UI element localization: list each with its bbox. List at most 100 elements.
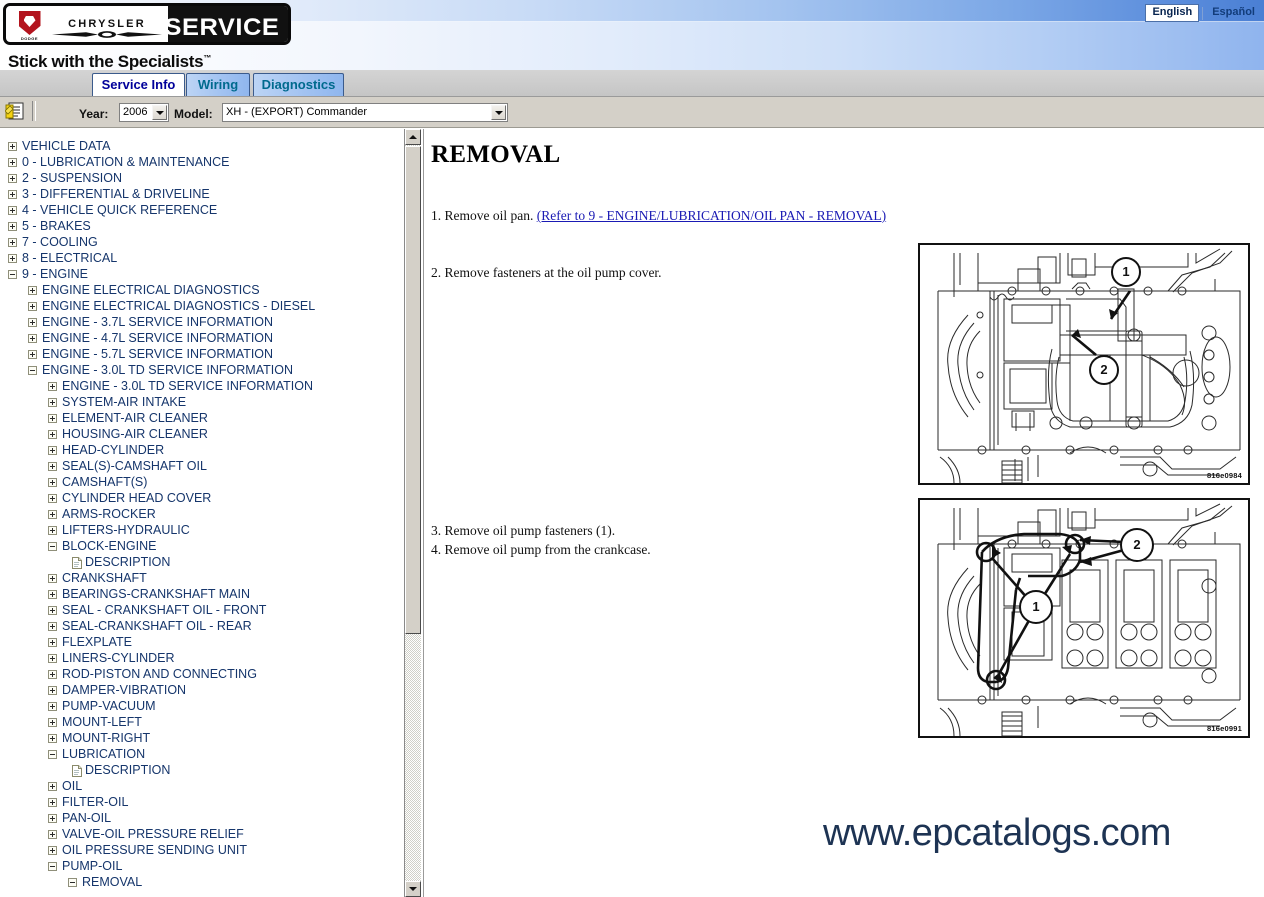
tree-item[interactable]: DESCRIPTION <box>8 762 315 778</box>
tree-item-label[interactable]: DAMPER-VIBRATION <box>62 682 186 698</box>
expand-icon[interactable] <box>8 206 17 215</box>
tab-wiring[interactable]: Wiring <box>186 73 250 97</box>
tree-scroll-down-button[interactable] <box>405 881 421 897</box>
tree-item-label[interactable]: REMOVAL <box>82 874 142 890</box>
expand-icon[interactable] <box>8 158 17 167</box>
expand-icon[interactable] <box>48 782 57 791</box>
tree-item[interactable]: FILTER-OIL <box>8 794 315 810</box>
expand-icon[interactable] <box>8 142 17 151</box>
tree-item[interactable]: CYLINDER HEAD COVER <box>8 490 315 506</box>
tree-item-label[interactable]: HOUSING-AIR CLEANER <box>62 426 208 442</box>
tree-item[interactable]: ENGINE ELECTRICAL DIAGNOSTICS - DIESEL <box>8 298 315 314</box>
expand-icon[interactable] <box>48 638 57 647</box>
tree-item[interactable]: DESCRIPTION <box>8 554 315 570</box>
tree-item[interactable]: BLOCK-ENGINE <box>8 538 315 554</box>
tree-item[interactable]: SEAL(S)-CAMSHAFT OIL <box>8 458 315 474</box>
tree-item[interactable]: CRANKSHAFT <box>8 570 315 586</box>
tree-item-label[interactable]: ENGINE ELECTRICAL DIAGNOSTICS <box>42 282 260 298</box>
tree-item-label[interactable]: ENGINE - 3.0L TD SERVICE INFORMATION <box>62 378 313 394</box>
brand-logo-plate[interactable]: DODGE CHRYSLER Jeep SERVICE <box>3 3 291 45</box>
expand-icon[interactable] <box>48 510 57 519</box>
tree-item[interactable]: ENGINE - 4.7L SERVICE INFORMATION <box>8 330 315 346</box>
tree-item-label[interactable]: 9 - ENGINE <box>22 266 88 282</box>
expand-icon[interactable] <box>48 622 57 631</box>
expand-icon[interactable] <box>28 318 37 327</box>
tree-item-label[interactable]: 2 - SUSPENSION <box>22 170 122 186</box>
tree-item[interactable]: VEHICLE DATA <box>8 138 315 154</box>
tree-item[interactable]: ENGINE - 5.7L SERVICE INFORMATION <box>8 346 315 362</box>
tree-scrollbar-thumb[interactable] <box>405 146 421 634</box>
expand-icon[interactable] <box>48 462 57 471</box>
tree-item-label[interactable]: VALVE-OIL PRESSURE RELIEF <box>62 826 244 842</box>
tab-diagnostics[interactable]: Diagnostics <box>253 73 344 97</box>
tree-item[interactable]: 4 - VEHICLE QUICK REFERENCE <box>8 202 315 218</box>
tree-item-label[interactable]: OIL <box>62 778 82 794</box>
tree-item[interactable]: OIL PRESSURE SENDING UNIT <box>8 842 315 858</box>
expand-icon[interactable] <box>8 222 17 231</box>
tree-item-label[interactable]: CAMSHAFT(S) <box>62 474 147 490</box>
tree-item[interactable]: PAN-OIL <box>8 810 315 826</box>
tree-item-label[interactable]: VEHICLE DATA <box>22 138 110 154</box>
expand-icon[interactable] <box>8 238 17 247</box>
tree-item-label[interactable]: ENGINE ELECTRICAL DIAGNOSTICS - DIESEL <box>42 298 315 314</box>
tree-item[interactable]: REMOVAL <box>8 874 315 890</box>
expand-icon[interactable] <box>8 254 17 263</box>
figure-oil-pump-fasteners[interactable]: 1 2 816e0991 <box>918 498 1250 738</box>
tree-item[interactable]: ENGINE - 3.7L SERVICE INFORMATION <box>8 314 315 330</box>
tree-item[interactable]: LINERS-CYLINDER <box>8 650 315 666</box>
tree-item[interactable]: ENGINE - 3.0L TD SERVICE INFORMATION <box>8 362 315 378</box>
tree-item[interactable]: DAMPER-VIBRATION <box>8 682 315 698</box>
tree-item[interactable]: ENGINE - 3.0L TD SERVICE INFORMATION <box>8 378 315 394</box>
tree-item-label[interactable]: BEARINGS-CRANKSHAFT MAIN <box>62 586 250 602</box>
tree-item[interactable]: HOUSING-AIR CLEANER <box>8 426 315 442</box>
expand-icon[interactable] <box>48 670 57 679</box>
expand-icon[interactable] <box>48 382 57 391</box>
tree-scrollbar-track[interactable] <box>405 129 421 897</box>
oil-pan-removal-link[interactable]: (Refer to 9 - ENGINE/LUBRICATION/OIL PAN… <box>537 208 886 223</box>
tree-item-label[interactable]: CRANKSHAFT <box>62 570 147 586</box>
tree-item[interactable]: PUMP-OIL <box>8 858 315 874</box>
language-option-espanol[interactable]: Español <box>1206 5 1261 21</box>
tree-item-label[interactable]: 8 - ELECTRICAL <box>22 250 117 266</box>
tree-item[interactable]: SYSTEM-AIR INTAKE <box>8 394 315 410</box>
tree-item[interactable]: HEAD-CYLINDER <box>8 442 315 458</box>
tree-item[interactable]: 2 - SUSPENSION <box>8 170 315 186</box>
collapse-icon[interactable] <box>8 270 17 279</box>
expand-icon[interactable] <box>48 702 57 711</box>
tree-item[interactable]: BEARINGS-CRANKSHAFT MAIN <box>8 586 315 602</box>
expand-icon[interactable] <box>48 430 57 439</box>
tree-item-label[interactable]: PUMP-VACUUM <box>62 698 156 714</box>
expand-icon[interactable] <box>48 606 57 615</box>
collapse-icon[interactable] <box>48 750 57 759</box>
collapse-icon[interactable] <box>48 542 57 551</box>
tree-item-label[interactable]: ENGINE - 4.7L SERVICE INFORMATION <box>42 330 273 346</box>
tree-item[interactable]: ARMS-ROCKER <box>8 506 315 522</box>
tree-item-label[interactable]: LINERS-CYLINDER <box>62 650 175 666</box>
expand-icon[interactable] <box>48 478 57 487</box>
tree-item-label[interactable]: PAN-OIL <box>62 810 111 826</box>
notes-document-icon[interactable] <box>5 101 25 121</box>
tree-item[interactable]: SEAL-CRANKSHAFT OIL - REAR <box>8 618 315 634</box>
tree-item-label[interactable]: SEAL - CRANKSHAFT OIL - FRONT <box>62 602 266 618</box>
tree-item[interactable]: 0 - LUBRICATION & MAINTENANCE <box>8 154 315 170</box>
expand-icon[interactable] <box>48 718 57 727</box>
tree-item-label[interactable]: HEAD-CYLINDER <box>62 442 164 458</box>
tree-item-label[interactable]: BLOCK-ENGINE <box>62 538 156 554</box>
expand-icon[interactable] <box>48 414 57 423</box>
collapse-icon[interactable] <box>68 878 77 887</box>
language-option-english[interactable]: English <box>1145 4 1199 22</box>
tree-item[interactable]: OIL <box>8 778 315 794</box>
language-switcher[interactable]: English Español <box>1145 4 1261 22</box>
tab-service-info[interactable]: Service Info <box>92 73 185 97</box>
tree-item-label[interactable]: FILTER-OIL <box>62 794 128 810</box>
expand-icon[interactable] <box>48 798 57 807</box>
expand-icon[interactable] <box>28 334 37 343</box>
tree-item[interactable]: 9 - ENGINE <box>8 266 315 282</box>
tree-item[interactable]: FLEXPLATE <box>8 634 315 650</box>
tree-item[interactable]: CAMSHAFT(S) <box>8 474 315 490</box>
tree-item-label[interactable]: LIFTERS-HYDRAULIC <box>62 522 190 538</box>
tree-item[interactable]: VALVE-OIL PRESSURE RELIEF <box>8 826 315 842</box>
expand-icon[interactable] <box>48 686 57 695</box>
tree-item-label[interactable]: 7 - COOLING <box>22 234 98 250</box>
expand-icon[interactable] <box>48 590 57 599</box>
